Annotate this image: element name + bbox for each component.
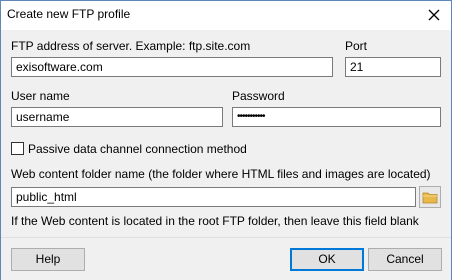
cancel-button[interactable]: Cancel <box>368 248 442 271</box>
help-button[interactable]: Help <box>11 248 85 271</box>
ok-button[interactable]: OK <box>290 248 364 271</box>
port-label: Port <box>345 39 368 53</box>
port-input[interactable]: 21 <box>345 57 441 77</box>
window-title: Create new FTP profile <box>7 7 131 21</box>
folder-icon <box>422 192 438 204</box>
passive-mode-checkbox[interactable] <box>11 142 24 155</box>
content-folder-label: Web content folder name (the folder wher… <box>11 167 431 181</box>
content-folder-input[interactable]: public_html <box>11 187 416 207</box>
passive-mode-label[interactable]: Passive data channel connection method <box>28 142 247 156</box>
button-bar: Help OK Cancel <box>1 237 451 280</box>
title-bar: Create new FTP profile <box>1 1 451 30</box>
close-icon[interactable] <box>426 7 442 23</box>
browse-folder-button[interactable] <box>419 186 441 208</box>
ftp-address-input[interactable]: exisoftware.com <box>11 57 333 77</box>
password-label: Password <box>232 89 285 103</box>
username-input[interactable]: username <box>11 107 223 127</box>
hint-text: If the Web content is located in the roo… <box>11 214 419 228</box>
username-label: User name <box>11 89 70 103</box>
dialog-window: Create new FTP profile FTP address of se… <box>0 0 452 280</box>
ftp-address-label: FTP address of server. Example: ftp.site… <box>11 39 251 53</box>
password-input[interactable]: ••••••••••• <box>232 107 441 127</box>
